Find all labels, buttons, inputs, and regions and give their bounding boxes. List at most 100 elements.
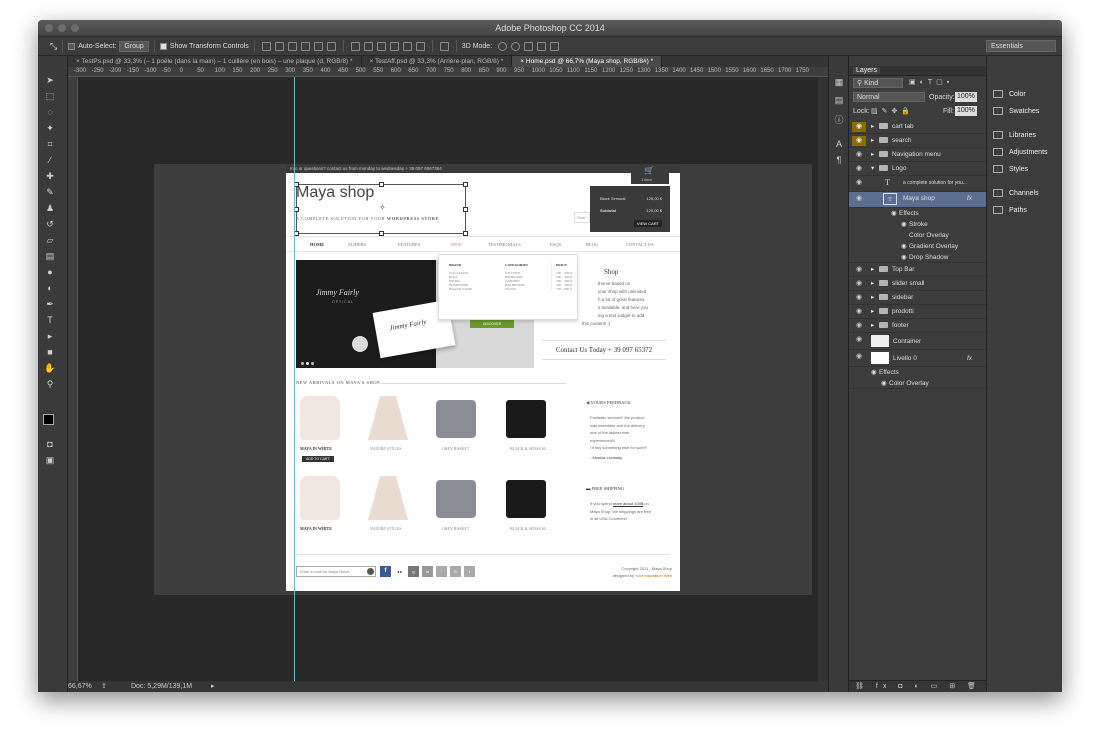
layer-row-selected[interactable]: ◉ T Maya shop fx [849, 192, 987, 208]
move-tool-icon[interactable]: ⤡ [50, 41, 57, 52]
visibility-eye-icon[interactable]: ◉ [852, 293, 866, 303]
move-tool-icon[interactable]: ➤ [44, 74, 56, 86]
layer-row[interactable]: ◉ ▸ search [849, 134, 987, 148]
transform-bounding-box[interactable]: ✧ [294, 182, 468, 236]
distribute-top-icon[interactable] [350, 41, 360, 51]
distribute-right-icon[interactable] [415, 41, 425, 51]
expand-arrow-icon[interactable]: ▸ [871, 305, 874, 319]
history-brush-icon[interactable]: ↺ [44, 218, 56, 230]
product-title[interactable]: GREY BASKET [442, 446, 469, 451]
paths-panel-button[interactable]: Paths [993, 206, 1027, 216]
healing-brush-icon[interactable]: ✚ [44, 170, 56, 182]
effect-eye-icon[interactable]: ◉ [881, 378, 887, 389]
status-menu-arrow-icon[interactable]: ▸ [211, 681, 215, 692]
rss-icon[interactable]: ◝ [436, 566, 447, 577]
tab-testps[interactable]: × TestPs.psd @ 33,3% (– 1 poêle (dans la… [68, 56, 362, 67]
auto-select-checkbox[interactable] [68, 42, 76, 50]
foreground-color-swatch[interactable] [43, 414, 54, 425]
vertical-ruler[interactable] [68, 77, 78, 681]
nav-testimonials[interactable]: TESTIMONIALS [488, 242, 521, 247]
shipping-link[interactable]: more about 100$ [613, 501, 643, 506]
effect-eye-icon[interactable]: ◉ [901, 252, 907, 263]
brush-tool-icon[interactable]: ✎ [44, 186, 56, 198]
mega-price-item[interactable]: 700 - 900 $ [556, 287, 572, 291]
site-search-input[interactable]: Sear [574, 212, 590, 223]
layer-row[interactable]: ◉ ▸ footer [849, 319, 987, 333]
zoom-tool-icon[interactable]: ⚲ [44, 378, 56, 390]
3d-rotate-icon[interactable] [498, 41, 508, 51]
info-panel-icon[interactable]: ⓘ [833, 114, 845, 126]
zoom-button[interactable] [71, 24, 79, 32]
product-title[interactable]: BLACK & SENSUAL [510, 526, 547, 531]
3d-roll-icon[interactable] [511, 41, 521, 51]
nav-shop[interactable]: SHOP [450, 242, 462, 247]
newsletter-submit-icon[interactable] [367, 568, 374, 575]
fx-icon[interactable]: fx [967, 350, 972, 367]
path-selection-icon[interactable]: ▸ [44, 330, 56, 342]
pen-tool-icon[interactable]: ✒ [44, 298, 56, 310]
nav-faqs[interactable]: FAQS [550, 242, 561, 247]
effect-row[interactable]: Color Overlay [849, 230, 987, 241]
marquee-tool-icon[interactable]: ⬚ [44, 90, 56, 102]
expand-arrow-icon[interactable]: ▸ [871, 148, 874, 162]
filter-kind-dropdown[interactable]: ⚲ Kind [853, 78, 903, 88]
3d-scale-icon[interactable] [550, 41, 560, 51]
effects-row[interactable]: ◉ Effects [849, 367, 987, 378]
tab-testaff[interactable]: × TestAff.psd @ 33,3% (Arrière-plan, RGB… [362, 56, 513, 67]
align-right-icon[interactable] [326, 41, 336, 51]
effect-row[interactable]: ◉ Drop Shadow [849, 252, 987, 263]
mega-brand-item[interactable]: BRAND NAME [449, 287, 472, 291]
expand-arrow-icon[interactable]: ▸ [871, 319, 874, 333]
expand-arrow-icon[interactable]: ▸ [871, 291, 874, 305]
screen-mode-icon[interactable]: ▣ [44, 454, 56, 466]
product-title[interactable]: NATURE STYLES [370, 526, 401, 531]
crop-tool-icon[interactable]: ⌗ [44, 138, 56, 150]
swatches-panel-button[interactable]: Swatches [993, 107, 1039, 117]
flickr-icon[interactable]: ●● [394, 566, 405, 577]
horizontal-ruler[interactable]: -300 -250 -200 -150 -100 -50 0 50 100 150 200 250 30… [68, 67, 828, 77]
eyedropper-icon[interactable]: ⁄ [44, 154, 56, 166]
effect-row[interactable]: ◉ Stroke [849, 219, 987, 230]
layer-row[interactable]: ◉ ▸ prodotti [849, 305, 987, 319]
layer-row[interactable]: ◉ ▸ slider small [849, 277, 987, 291]
linkedin-icon[interactable]: in [422, 566, 433, 577]
facebook-icon[interactable]: f [380, 566, 391, 577]
tab-home[interactable]: × Home.psd @ 66,7% (Maya shop, RGB/8#) * [512, 56, 663, 67]
slider-dots[interactable] [301, 360, 315, 365]
product-image[interactable] [368, 476, 408, 520]
auto-select-target-dropdown[interactable]: Group [119, 40, 149, 52]
effect-eye-icon[interactable]: ◉ [901, 241, 907, 252]
lock-icons[interactable]: ▨✎✥🔒 [871, 107, 914, 115]
auto-align-icon[interactable] [439, 41, 449, 51]
distribute-hcenter-icon[interactable] [402, 41, 412, 51]
designer-link[interactable]: Your Inspiration Web [635, 573, 672, 578]
visibility-eye-icon[interactable]: ◉ [852, 279, 866, 289]
effect-eye-icon[interactable]: ◉ [871, 367, 877, 378]
dodge-tool-icon[interactable]: ◐ [44, 282, 56, 294]
magic-wand-icon[interactable]: ✦ [44, 122, 56, 134]
type-tool-icon[interactable]: T [44, 314, 56, 326]
nav-blog[interactable]: BLOG [586, 242, 598, 247]
expand-arrow-icon[interactable]: ▸ [871, 277, 874, 291]
align-bottom-icon[interactable] [287, 41, 297, 51]
zoom-level[interactable]: 66,67% [68, 681, 92, 692]
view-cart-button[interactable]: VIEW CART [633, 220, 662, 227]
visibility-eye-icon[interactable]: ◉ [852, 150, 866, 160]
layer-filter-icons[interactable]: ▣◐T▢▪ [909, 78, 953, 86]
product-title[interactable]: MAYA IN WHITE [300, 446, 332, 451]
3d-slide-icon[interactable] [537, 41, 547, 51]
show-transform-checkbox[interactable] [159, 42, 167, 50]
nav-contact[interactable]: CONTACT US [626, 242, 654, 247]
lasso-tool-icon[interactable]: ◌ [44, 106, 56, 118]
clone-stamp-icon[interactable]: ♟ [44, 202, 56, 214]
rectangle-tool-icon[interactable]: ■ [44, 346, 56, 358]
effects-row[interactable]: ◉ Effects [849, 208, 987, 219]
layer-row[interactable]: ◉ ▸ cart tab [849, 120, 987, 134]
product-image[interactable] [506, 400, 546, 438]
align-hcenter-icon[interactable] [313, 41, 323, 51]
guide-line[interactable] [294, 77, 295, 681]
distribute-bottom-icon[interactable] [376, 41, 386, 51]
effect-row[interactable]: ◉ Color Overlay [849, 378, 987, 389]
add-to-cart-button[interactable]: ADD TO CART [302, 456, 334, 462]
visibility-eye-icon[interactable]: ◉ [852, 265, 866, 275]
